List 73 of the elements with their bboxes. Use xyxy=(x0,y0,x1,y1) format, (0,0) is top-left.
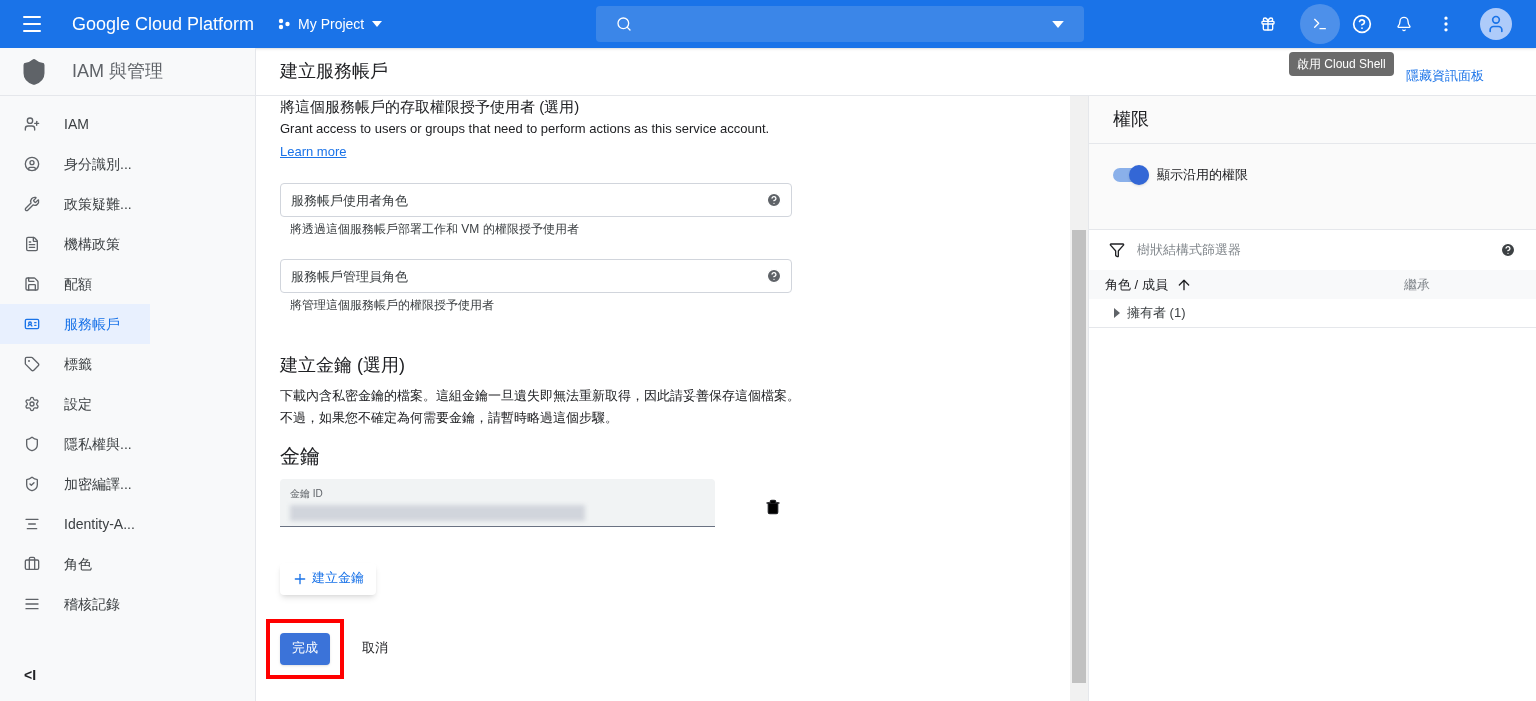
collapse-button[interactable]: <I xyxy=(24,665,48,685)
sidebar-item[interactable]: 隱私權與... xyxy=(0,424,150,464)
toggle-label: 顯示沿用的權限 xyxy=(1157,165,1248,184)
scrollbar[interactable] xyxy=(1070,96,1088,701)
shield-check-icon xyxy=(24,476,40,492)
caret-icon[interactable] xyxy=(1052,20,1065,28)
settings-icon xyxy=(24,396,40,412)
cancel-button[interactable]: 取消 xyxy=(354,632,396,665)
tag-icon xyxy=(24,356,40,372)
expand-icon[interactable] xyxy=(1113,308,1121,318)
section-heading: 將這個服務帳戶的存取權限授予使用者 (選用) xyxy=(280,98,581,116)
panel-title: 權限 xyxy=(1113,108,1149,131)
field-hint: 將透過這個服務帳戶部署工作和 VM 的權限授予使用者 xyxy=(290,221,580,238)
help-icon[interactable] xyxy=(1500,242,1516,258)
person-add-icon xyxy=(24,116,40,132)
project-selector[interactable]: My Project xyxy=(278,14,383,34)
tree-row[interactable]: 擁有者 (1) xyxy=(1127,303,1186,323)
sidebar-item[interactable]: 設定 xyxy=(0,384,150,424)
wrench-icon xyxy=(24,196,40,212)
sidebar-item[interactable]: 服務帳戶 xyxy=(0,304,150,344)
search-icon xyxy=(616,16,633,32)
sidebar-item[interactable]: 標籤 xyxy=(0,344,150,384)
sidebar-item[interactable]: 身分識別... xyxy=(0,144,150,184)
save-icon xyxy=(24,276,40,292)
delete-icon[interactable] xyxy=(765,498,781,515)
terminal-icon xyxy=(1312,16,1328,32)
hide-panel-link[interactable]: 隱藏資訊面板 xyxy=(1406,65,1484,86)
help-icon[interactable] xyxy=(1352,14,1372,34)
field-hint: 將管理這個服務帳戶的權限授予使用者 xyxy=(290,297,495,314)
sidebar-item[interactable]: 政策疑難... xyxy=(0,184,150,224)
done-button[interactable]: 完成 xyxy=(280,632,330,665)
filter-icon[interactable] xyxy=(1109,242,1125,258)
search-field[interactable] xyxy=(596,6,1085,42)
description: 不過，如果您不確定為何需要金鑰，請暫時略過這個步驟。 xyxy=(280,409,619,428)
column-header: 繼承 xyxy=(1403,275,1430,294)
create-key-button[interactable]: 建立金鑰 xyxy=(280,562,376,595)
page-title: 建立服務帳戶 xyxy=(280,60,388,83)
filter-field[interactable]: 樹狀結構式篩選器 xyxy=(1137,240,1488,260)
shield-icon xyxy=(24,436,40,452)
person-icon xyxy=(1486,14,1506,34)
document-icon xyxy=(24,236,40,252)
id-card-icon xyxy=(24,316,40,332)
tooltip: 啟用 Cloud Shell xyxy=(1289,52,1394,76)
sidebar-item[interactable]: 配額 xyxy=(0,264,150,304)
sidebar-item[interactable]: 機構政策 xyxy=(0,224,150,264)
sidebar-item[interactable]: 加密編譯... xyxy=(0,464,150,504)
sidebar-item[interactable]: IAM xyxy=(0,104,150,144)
caret-icon xyxy=(372,21,383,27)
sidebar-title: IAM 與管理 xyxy=(72,60,163,83)
section-heading: 建立金鑰 (選用) xyxy=(280,354,406,378)
brand-title[interactable]: Google Cloud Platform xyxy=(72,10,255,38)
avatar[interactable] xyxy=(1480,8,1512,40)
list-icon xyxy=(24,516,40,532)
role-field[interactable]: 服務帳戶使用者角色 xyxy=(280,183,792,218)
help-icon[interactable] xyxy=(766,268,782,285)
account-icon xyxy=(24,156,40,172)
help-icon[interactable] xyxy=(766,192,782,209)
learn-more-link[interactable]: Learn more xyxy=(280,142,347,162)
key-id-field[interactable]: 金鑰 ID xyxy=(280,478,715,527)
description: 下載內含私密金鑰的檔案。這組金鑰一旦遺失即無法重新取得，因此請妥善保存這個檔案。 xyxy=(280,386,801,405)
sidebar-item[interactable]: Identity-A... xyxy=(0,504,150,544)
dots-icon xyxy=(278,18,291,30)
role-field[interactable]: 服務帳戶管理員角色 xyxy=(280,259,792,294)
description: Grant access to users or groups that need to perform actions as this service account. xyxy=(280,120,771,138)
gift-icon[interactable] xyxy=(1260,16,1276,32)
sidebar-item[interactable]: 稽核記錄 xyxy=(0,584,150,624)
sidebar-item[interactable]: 角色 xyxy=(0,544,150,584)
notifications-icon[interactable] xyxy=(1396,16,1412,32)
column-header[interactable]: 角色 / 成員 xyxy=(1105,274,1168,295)
keys-title: 金鑰 xyxy=(280,443,321,469)
toggle-switch[interactable] xyxy=(1113,164,1149,185)
briefcase-icon xyxy=(24,556,40,572)
list-icon xyxy=(24,596,40,612)
